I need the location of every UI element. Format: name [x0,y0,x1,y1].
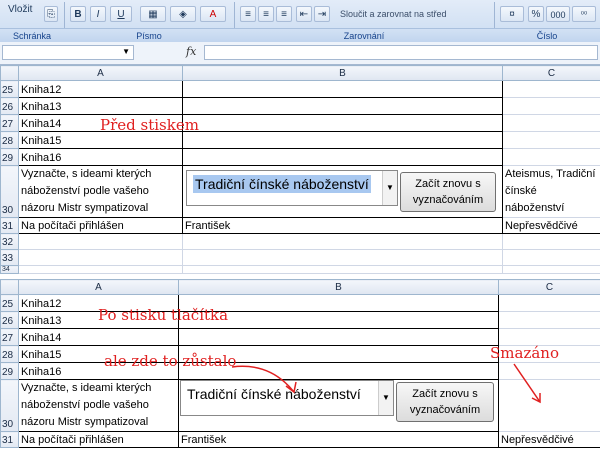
annotation-arrows [231,363,541,404]
arrow-to-cleared-cell [513,363,541,403]
arrowhead-icon [285,381,297,394]
arrow-to-combobox [231,365,295,393]
arrowhead-icon [531,393,541,404]
